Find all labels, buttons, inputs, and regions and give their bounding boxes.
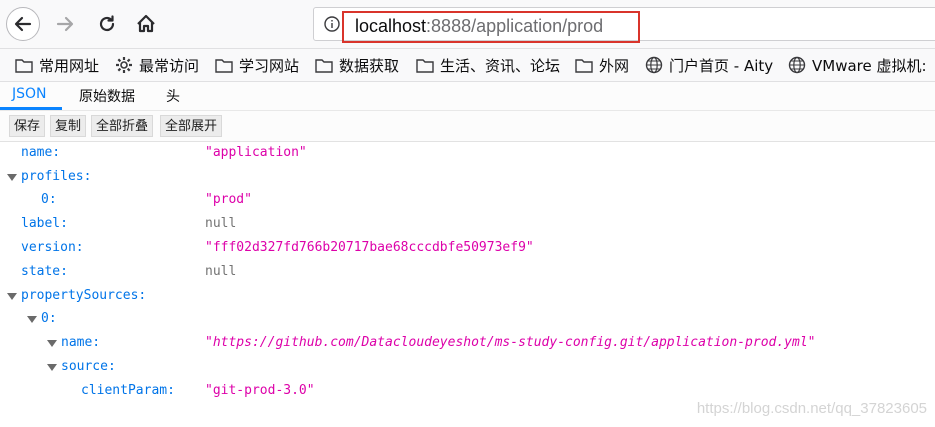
save-button[interactable]: 保存 (9, 115, 46, 137)
expand-toggle[interactable] (27, 316, 37, 323)
tree-key: 0: (41, 192, 57, 207)
tab-raw-data[interactable]: 原始数据 (79, 86, 135, 106)
viewer-toolbar: 保存 复制 全部折叠 全部展开 (0, 111, 935, 142)
bookmark-link[interactable]: VMware 虚拟机: (788, 55, 927, 75)
tree-value: "application" (205, 145, 307, 160)
bookmark-label: 常用网址 (39, 56, 100, 75)
url-highlight-box (342, 11, 640, 43)
tree-value: "https://github.com/Datacloudeyeshot/ms-… (205, 335, 816, 350)
tree-row[interactable]: label: null (0, 213, 935, 236)
home-button[interactable] (129, 7, 163, 41)
viewer-tabs: JSON 原始数据 头 (0, 82, 935, 111)
bookmark-folder[interactable]: 常用网址 (15, 55, 99, 75)
tree-key: profiles: (21, 169, 92, 184)
tree-key: name: (61, 335, 101, 350)
globe-icon (645, 56, 663, 74)
expand-all-button[interactable]: 全部展开 (160, 115, 223, 137)
folder-icon (215, 58, 233, 73)
tree-key: propertySources: (21, 288, 147, 303)
bookmark-folder[interactable]: 学习网站 (215, 55, 299, 75)
tree-value: null (205, 216, 237, 231)
folder-icon (416, 58, 434, 73)
json-tree: name: "application" profiles: 0: "prod" … (0, 142, 935, 427)
tree-key: label: (21, 216, 68, 231)
tree-key: version: (21, 240, 84, 255)
tree-row[interactable]: 0: "prod" (0, 189, 935, 212)
bookmark-label: 最常访问 (139, 56, 200, 75)
expand-toggle[interactable] (7, 174, 17, 181)
bookmark-label: 生活、资讯、论坛 (440, 56, 561, 75)
tree-row[interactable]: version: "fff02d327fd766b20717bae68cccdb… (0, 237, 935, 260)
globe-icon (788, 56, 806, 74)
tree-row[interactable]: 0: (0, 308, 935, 331)
tree-row[interactable]: source: (0, 356, 935, 379)
forward-button[interactable] (48, 7, 82, 41)
back-button[interactable] (6, 7, 40, 41)
watermark: https://blog.csdn.net/qq_37823605 (696, 400, 927, 417)
gear-icon (116, 57, 132, 73)
bookmark-link[interactable]: 门户首页 - Aity (645, 55, 773, 75)
tree-value: "prod" (205, 192, 252, 207)
bookmark-folder[interactable]: 生活、资讯、论坛 (416, 55, 560, 75)
expand-toggle[interactable] (7, 293, 17, 300)
reload-icon (99, 15, 115, 32)
tree-key: 0: (41, 311, 57, 326)
tree-row[interactable]: name: "https://github.com/Datacloudeyesh… (0, 332, 935, 355)
info-icon[interactable] (324, 16, 340, 32)
bookmark-label: 外网 (599, 56, 630, 75)
tree-key: source: (61, 359, 116, 374)
active-tab-indicator (0, 107, 62, 110)
bookmark-label: 门户首页 - Aity (669, 56, 774, 75)
bookmark-label: 数据获取 (339, 56, 400, 75)
tree-value: "fff02d327fd766b20717bae68cccdbfe50973ef… (205, 240, 534, 255)
bookmark-folder[interactable]: 数据获取 (315, 55, 399, 75)
arrow-left-icon (14, 16, 32, 32)
bookmark-label: VMware 虚拟机: (812, 56, 927, 75)
navigation-bar: localhost:8888/application/prod (0, 0, 935, 49)
folder-icon (575, 58, 593, 73)
bookmark-folder[interactable]: 最常访问 (115, 55, 199, 75)
copy-button[interactable]: 复制 (50, 115, 87, 137)
tab-headers[interactable]: 头 (166, 86, 180, 106)
tab-json[interactable]: JSON (12, 86, 47, 102)
bookmark-folder[interactable]: 外网 (575, 55, 629, 75)
reload-button[interactable] (90, 7, 124, 41)
collapse-all-button[interactable]: 全部折叠 (91, 115, 154, 137)
tree-row[interactable]: profiles: (0, 166, 935, 189)
tree-row[interactable]: state: null (0, 261, 935, 284)
arrow-right-icon (56, 16, 74, 32)
bookmarks-toolbar: 常用网址 最常访问 学习网站 数据获取 生活、资讯、论坛 外网 门户首页 - A… (0, 49, 935, 82)
tree-row[interactable]: propertySources: (0, 285, 935, 308)
folder-icon (15, 58, 33, 73)
tree-key: clientParam: (81, 383, 175, 398)
bookmark-label: 学习网站 (239, 56, 300, 75)
tree-value: null (205, 264, 237, 279)
tree-value: "git-prod-3.0" (205, 383, 315, 398)
folder-icon (315, 58, 333, 73)
tree-key: state: (21, 264, 68, 279)
expand-toggle[interactable] (47, 364, 57, 371)
expand-toggle[interactable] (47, 340, 57, 347)
tree-key: name: (21, 145, 61, 160)
home-icon (137, 14, 155, 33)
tree-row[interactable]: name: "application" (0, 142, 935, 165)
